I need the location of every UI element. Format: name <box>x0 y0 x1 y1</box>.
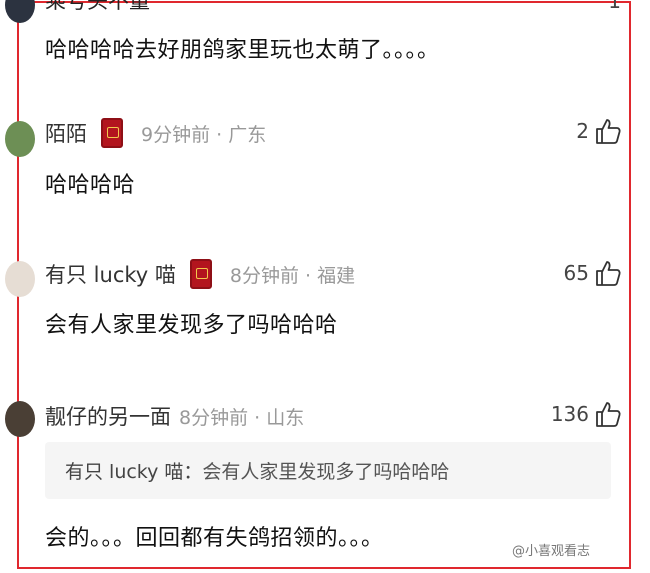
like-count: 1 <box>608 0 621 13</box>
cut-like[interactable]: 1 <box>608 0 621 13</box>
avatar[interactable] <box>5 261 35 297</box>
avatar[interactable] <box>5 121 35 157</box>
red-envelope-badge-icon <box>101 118 123 148</box>
quoted-reply-content: 有只 lucky 喵：会有人家里发现多了吗哈哈哈 <box>65 457 449 484</box>
red-envelope-badge-icon <box>189 259 212 289</box>
quoted-reply[interactable]: 有只 lucky 喵：会有人家里发现多了吗哈哈哈 <box>45 442 611 499</box>
like-count: 2 <box>576 119 589 143</box>
like-button[interactable]: 136 <box>551 400 621 428</box>
cut-user-name: 乘号头不量 <box>45 0 150 13</box>
comment-text: 哈哈哈哈 <box>45 173 136 198</box>
comment-header: 陌陌 9分钟前 · 广东 <box>45 118 266 148</box>
comment-meta: 9分钟前 · 广东 <box>141 123 267 146</box>
thumbs-up-icon <box>596 402 621 427</box>
comment-text: 会有人家里发现多了吗哈哈哈 <box>45 313 338 338</box>
like-button[interactable]: 2 <box>576 117 621 145</box>
like-count: 136 <box>550 402 589 426</box>
comment-text: 哈哈哈哈去好朋鸽家里玩也太萌了。。。。 <box>45 38 440 63</box>
like-count: 65 <box>563 261 589 285</box>
thumbs-up-icon <box>596 119 621 144</box>
comment-meta: 8分钟前 · 福建 <box>229 264 356 287</box>
avatar[interactable] <box>5 401 35 437</box>
comment-header: 有只 lucky 喵 8分钟前 · 福建 <box>45 259 355 289</box>
watermark: @小喜观看志 <box>512 540 590 559</box>
comment-header: 靓仔的另一面 8分钟前 · 山东 <box>45 401 304 431</box>
watermark-text: @小喜观看志 <box>512 544 591 559</box>
user-name[interactable]: 有只 lucky 喵 <box>45 259 176 289</box>
thumbs-up-icon <box>596 261 621 286</box>
quoted-user-name: 有只 lucky 喵： <box>65 461 203 483</box>
quoted-text: 会有人家里发现多了吗哈哈哈 <box>202 461 450 483</box>
like-button[interactable]: 65 <box>564 259 621 287</box>
highlight-frame: 乘号头不量 1 哈哈哈哈去好朋鸽家里玩也太萌了。。。。 陌陌 9分钟前 · 广东… <box>5 0 631 569</box>
comment-meta: 8分钟前 · 山东 <box>179 406 305 429</box>
avatar[interactable] <box>5 0 35 23</box>
cut-comment-header: 乘号头不量 <box>45 0 150 15</box>
user-name[interactable]: 陌陌 <box>45 118 87 148</box>
comment-text: 会的。。。回回都有失鸽招领的。。。 <box>45 526 384 551</box>
user-name[interactable]: 靓仔的另一面 <box>45 401 171 431</box>
